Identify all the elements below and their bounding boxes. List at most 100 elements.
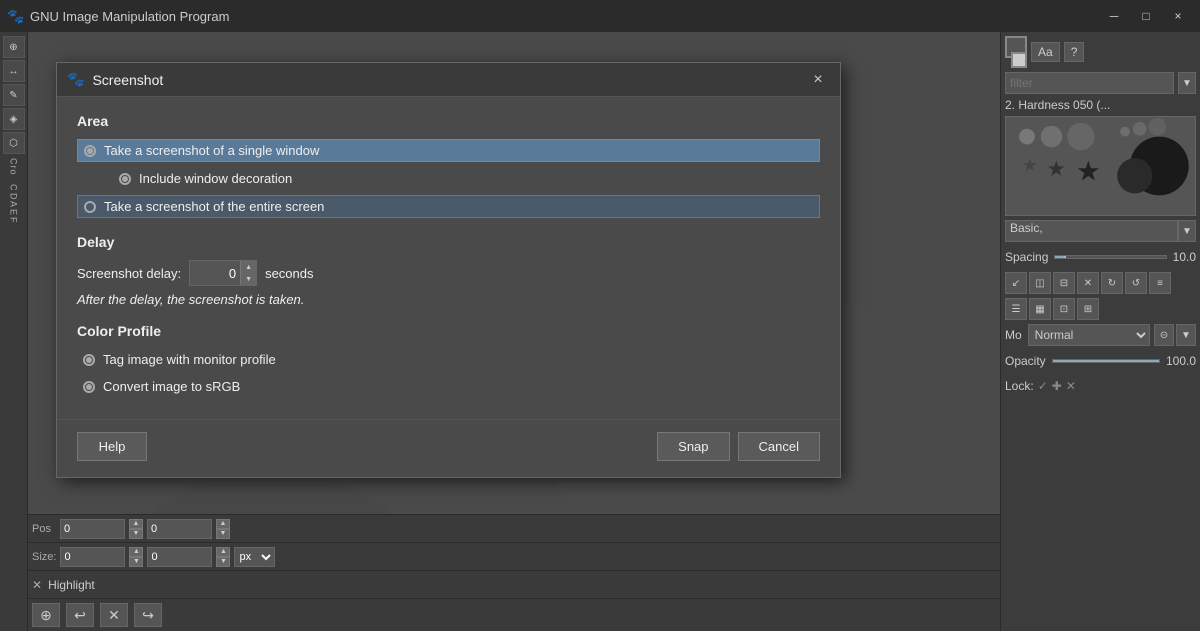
svg-text:★: ★ [1047,156,1066,181]
dialog-overlay: 🐾 Screenshot × Area Take a screenshot of… [28,32,1000,631]
tool-icon-10[interactable]: ⊡ [1053,298,1075,320]
brush-preview-svg: ★ ★ ★ [1006,117,1195,215]
color-profile-heading: Color Profile [77,323,820,339]
snap-button[interactable]: Snap [657,432,729,461]
maximize-button[interactable]: □ [1132,2,1160,30]
brush-options: Aa ? [1031,42,1084,62]
tool-icon-5[interactable]: ↻ [1101,272,1123,294]
file-label[interactable]: Cro [3,156,25,178]
title-bar: 🐾 GNU Image Manipulation Program ─ □ × [0,0,1200,32]
tool-btn-2[interactable]: ↔ [3,60,25,82]
brush-help-btn[interactable]: ? [1064,42,1085,62]
color-profile-section: Color Profile Tag image with monitor pro… [77,323,820,397]
lock-icon-3[interactable]: ✕ [1066,379,1076,393]
tool-icon-4[interactable]: ✕ [1077,272,1099,294]
option-tag-monitor-label: Tag image with monitor profile [103,352,276,367]
lock-icon-2[interactable]: ✚ [1052,379,1062,393]
svg-text:★: ★ [1022,155,1038,175]
left-tool-panel: ⊕ ↔ ✎ ◈ ⬡ Cro C D A E F [0,32,28,631]
tool-icon-3[interactable]: ⊟ [1053,272,1075,294]
dialog-icon: 🐾 [67,71,84,88]
option-single-window[interactable]: Take a screenshot of a single window [77,139,820,162]
option-single-window-label: Take a screenshot of a single window [104,143,319,158]
delay-input-wrap: ▲ ▼ [189,260,257,286]
tool-btn-5[interactable]: ⬡ [3,132,25,154]
filter-input[interactable] [1005,72,1174,94]
filter-dropdown-icon[interactable]: ▼ [1178,72,1196,94]
mode-btn-1[interactable]: ⊝ [1154,324,1174,346]
mode-btn-2[interactable]: ▼ [1176,324,1196,346]
svg-text:★: ★ [1076,156,1101,187]
dialog-title-bar: 🐾 Screenshot × [57,63,840,97]
app-icon: 🐾 [8,8,24,24]
tool-icon-8[interactable]: ☰ [1005,298,1027,320]
option-entire-screen-label: Take a screenshot of the entire screen [104,199,324,214]
preset-arrow[interactable]: ▼ [1178,220,1196,242]
tool-btn-3[interactable]: ✎ [3,84,25,106]
spacing-bar[interactable] [1054,255,1166,259]
canvas-area: Pos ▲ ▼ ▲ ▼ Size: ▲ ▼ [28,32,1000,631]
option-tag-monitor[interactable]: Tag image with monitor profile [77,349,820,370]
option-convert-srgb[interactable]: Convert image to sRGB [77,376,820,397]
delay-note: After the delay, the screenshot is taken… [77,292,820,307]
dialog-content: Area Take a screenshot of a single windo… [57,97,840,419]
option-entire-screen[interactable]: Take a screenshot of the entire screen [77,195,820,218]
delay-seconds-label: seconds [265,266,313,281]
tool-icon-7[interactable]: ≡ [1149,272,1171,294]
tool-icon-11[interactable]: ⊞ [1077,298,1099,320]
lock-label: Lock: [1005,379,1034,393]
mode-select[interactable]: Normal Multiply Screen Overlay [1028,324,1150,346]
help-button[interactable]: Help [77,432,147,461]
app-title: GNU Image Manipulation Program [30,9,229,24]
tool-btn-1[interactable]: ⊕ [3,36,25,58]
radio-tag-monitor-dot [83,354,95,366]
dialog-close-button[interactable]: × [806,68,830,92]
preset-row: Basic, ▼ [1005,220,1196,242]
spacing-row: Spacing 10.0 [1005,246,1196,268]
background-color[interactable] [1011,52,1027,68]
radio-entire-screen-dot [84,201,96,213]
tool-icon-9[interactable]: ▦ [1029,298,1051,320]
delay-label: Screenshot delay: [77,266,181,281]
dialog-buttons: Help Snap Cancel [57,419,840,477]
delay-up-button[interactable]: ▲ [240,261,256,273]
right-panel: Aa ? ▼ 2. Hardness 050 (... ★ ★ ★ [1000,32,1200,631]
tool-btn-4[interactable]: ◈ [3,108,25,130]
tool-icon-2[interactable]: ◫ [1029,272,1051,294]
delay-stepper: ▲ ▼ [240,261,256,285]
main-layout: ⊕ ↔ ✎ ◈ ⬡ Cro C D A E F Pos [0,32,1200,631]
option-include-decoration[interactable]: Include window decoration [113,168,820,189]
lock-row: Lock: ✓ ✚ ✕ [1005,376,1196,396]
area-heading: Area [77,113,820,129]
mode-label-static: Mo [1005,328,1022,342]
lock-icon-1[interactable]: ✓ [1038,379,1048,393]
brush-name: 2. Hardness 050 (... [1005,98,1196,112]
delay-down-button[interactable]: ▼ [240,273,256,285]
delay-input[interactable] [190,261,240,285]
fg-bg-colors [1005,36,1027,68]
cancel-button[interactable]: Cancel [738,432,820,461]
radio-convert-srgb-dot [83,381,95,393]
opacity-label: Opacity [1005,354,1046,368]
opacity-row: Opacity 100.0 [1005,350,1196,372]
spacing-value: 10.0 [1173,250,1196,264]
dialog-title: Screenshot [92,72,798,88]
minimize-button[interactable]: ─ [1100,2,1128,30]
mode-row: Mo Normal Multiply Screen Overlay ⊝ ▼ [1005,324,1196,346]
tool-icon-6[interactable]: ↺ [1125,272,1147,294]
brush-type-btn[interactable]: Aa [1031,42,1060,62]
preset-select[interactable]: Basic, [1005,220,1178,242]
spacing-label: Spacing [1005,250,1048,264]
window-controls: ─ □ × [1100,2,1192,30]
delay-heading: Delay [77,234,820,250]
opacity-bar[interactable] [1052,359,1160,363]
radio-decoration-dot [119,173,131,185]
brush-top: Aa ? [1005,36,1196,68]
tool-icon-1[interactable]: ↙ [1005,272,1027,294]
delay-row: Screenshot delay: ▲ ▼ seconds [77,260,820,286]
close-button[interactable]: × [1164,2,1192,30]
radio-single-window-dot [84,145,96,157]
tool-icons-row-1: ↙ ◫ ⊟ ✕ ↻ ↺ ≡ [1005,272,1196,294]
lock-icons: ✓ ✚ ✕ [1038,379,1076,393]
filter-row: ▼ [1005,72,1196,94]
